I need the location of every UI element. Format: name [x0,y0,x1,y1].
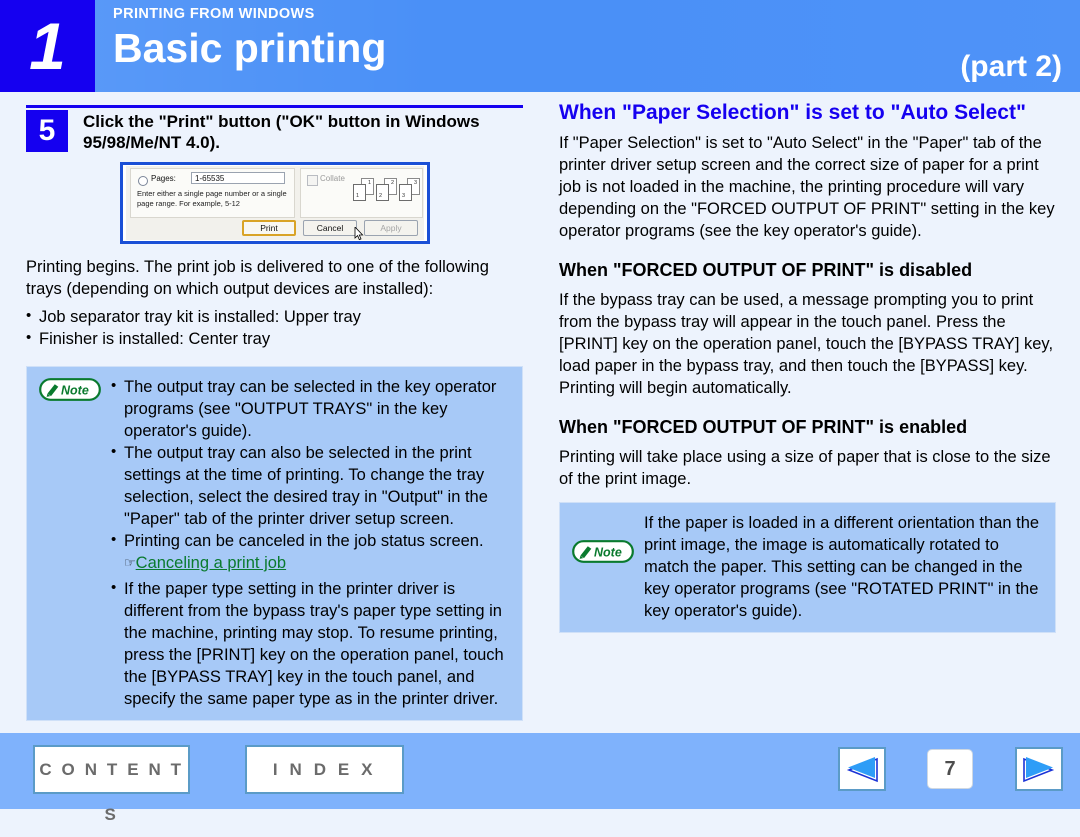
note-badge-label: Note [594,545,622,559]
collate-sheet-number: 1 [367,180,371,186]
header-kicker: PRINTING FROM WINDOWS [113,6,315,22]
pointing-hand-icon: ☞ [124,555,136,570]
note-badge-label: Note [61,383,89,397]
list-item: The output tray can also be selected in … [111,441,514,530]
dialog-apply-button: Apply [364,220,418,236]
dialog-collate-group: Collate 1 1 2 2 3 3 [300,168,423,218]
printing-begins-paragraph: Printing begins. The print job is delive… [26,258,489,298]
list-item: Finisher is installed: Center tray [26,327,523,350]
checkbox-collate-icon [307,175,318,186]
paragraph-forced-output-enabled: Printing will take place using a size of… [559,448,1051,488]
left-column: 5 Click the "Print" button ("OK" button … [26,105,523,721]
radio-pages-icon [138,176,148,186]
dialog-pages-label: Pages: [151,174,176,183]
note-text-rotated-print: If the paper is loaded in a different or… [644,514,1040,620]
note-badge-icon: Note [572,540,634,563]
page-footer: C O N T E N T S I N D E X 7 [0,733,1080,824]
collate-sheet-number: 3 [413,180,417,186]
list-item: Printing can be canceled in the job stat… [111,529,514,552]
dialog-page-range-input: 1-65535 [191,172,285,184]
heading-forced-output-enabled: When "FORCED OUTPUT OF PRINT" is enabled [559,417,968,437]
note-content-rotated-print: If the paper is loaded in a different or… [644,512,1047,622]
canceling-print-job-link[interactable]: Canceling a print job [136,554,286,572]
step-instruction: Click the "Print" button ("OK" button in… [83,112,480,152]
dialog-print-button: Print [242,220,296,236]
page-title: Basic printing [113,25,387,71]
note-bullet-list: The output tray can be selected in the k… [111,375,514,552]
page-header: 1 PRINTING FROM WINDOWS Basic printing (… [0,0,1080,92]
dialog-inner-surface: Pages: 1-65535 Enter either a single pag… [126,166,424,241]
triangle-left-icon [846,757,878,783]
list-item: If the paper type setting in the printer… [111,577,514,710]
collate-preview-icon: 1 1 2 2 3 3 [353,178,420,206]
contents-button[interactable]: C O N T E N T S [33,745,190,824]
header-text-group: PRINTING FROM WINDOWS Basic printing [113,6,386,73]
dialog-cancel-button: Cancel [303,220,357,236]
section-divider-rule [26,105,523,108]
note-box-rotated-print: Note If the paper is loaded in a differe… [559,502,1056,633]
dialog-button-row: Print Cancel Apply [242,220,418,236]
chapter-number-badge: 1 [0,0,95,92]
dialog-page-range-hint: Enter either a single page number or a s… [137,189,287,208]
print-dialog-screenshot: Pages: 1-65535 Enter either a single pag… [120,162,430,244]
triangle-right-icon [1023,757,1055,783]
collate-sheet-number: 2 [390,180,394,186]
list-item: The output tray can be selected in the k… [111,375,514,442]
collate-sheet-number: 3 [402,193,406,199]
note-box-output-tray: Note The output tray can be selected in … [26,366,523,721]
note-content-output-tray: The output tray can be selected in the k… [111,375,514,710]
next-page-button[interactable] [1015,747,1063,791]
header-part-label: (part 2) [960,50,1062,83]
heading-forced-output-disabled: When "FORCED OUTPUT OF PRINT" is disable… [559,260,973,280]
list-item: Job separator tray kit is installed: Upp… [26,305,523,328]
dialog-page-range-value: 1-65535 [195,174,225,183]
heading-paper-selection: When "Paper Selection" is set to "Auto S… [559,101,1026,124]
previous-page-button[interactable] [838,747,886,791]
tray-list: Job separator tray kit is installed: Upp… [26,305,523,350]
cross-reference-line[interactable]: ☞Canceling a print job [111,552,514,574]
collate-sheet-number: 1 [356,193,360,199]
page-body: 5 Click the "Print" button ("OK" button … [0,92,1080,733]
note-bullet-list-continued: If the paper type setting in the printer… [111,577,514,710]
collate-sheet-number: 2 [379,193,383,199]
dialog-page-range-group: Pages: 1-65535 Enter either a single pag… [130,168,295,218]
step-number: 5 [26,110,68,152]
note-badge-icon: Note [39,378,101,401]
step-block: 5 Click the "Print" button ("OK" button … [26,110,523,153]
right-column: When "Paper Selection" is set to "Auto S… [559,100,1056,633]
page-number-display: 7 [927,749,973,789]
index-button[interactable]: I N D E X [245,745,404,794]
paragraph-paper-selection: If "Paper Selection" is set to "Auto Sel… [559,134,1055,240]
paragraph-forced-output-disabled: If the bypass tray can be used, a messag… [559,291,1054,397]
dialog-collate-label: Collate [320,174,345,183]
